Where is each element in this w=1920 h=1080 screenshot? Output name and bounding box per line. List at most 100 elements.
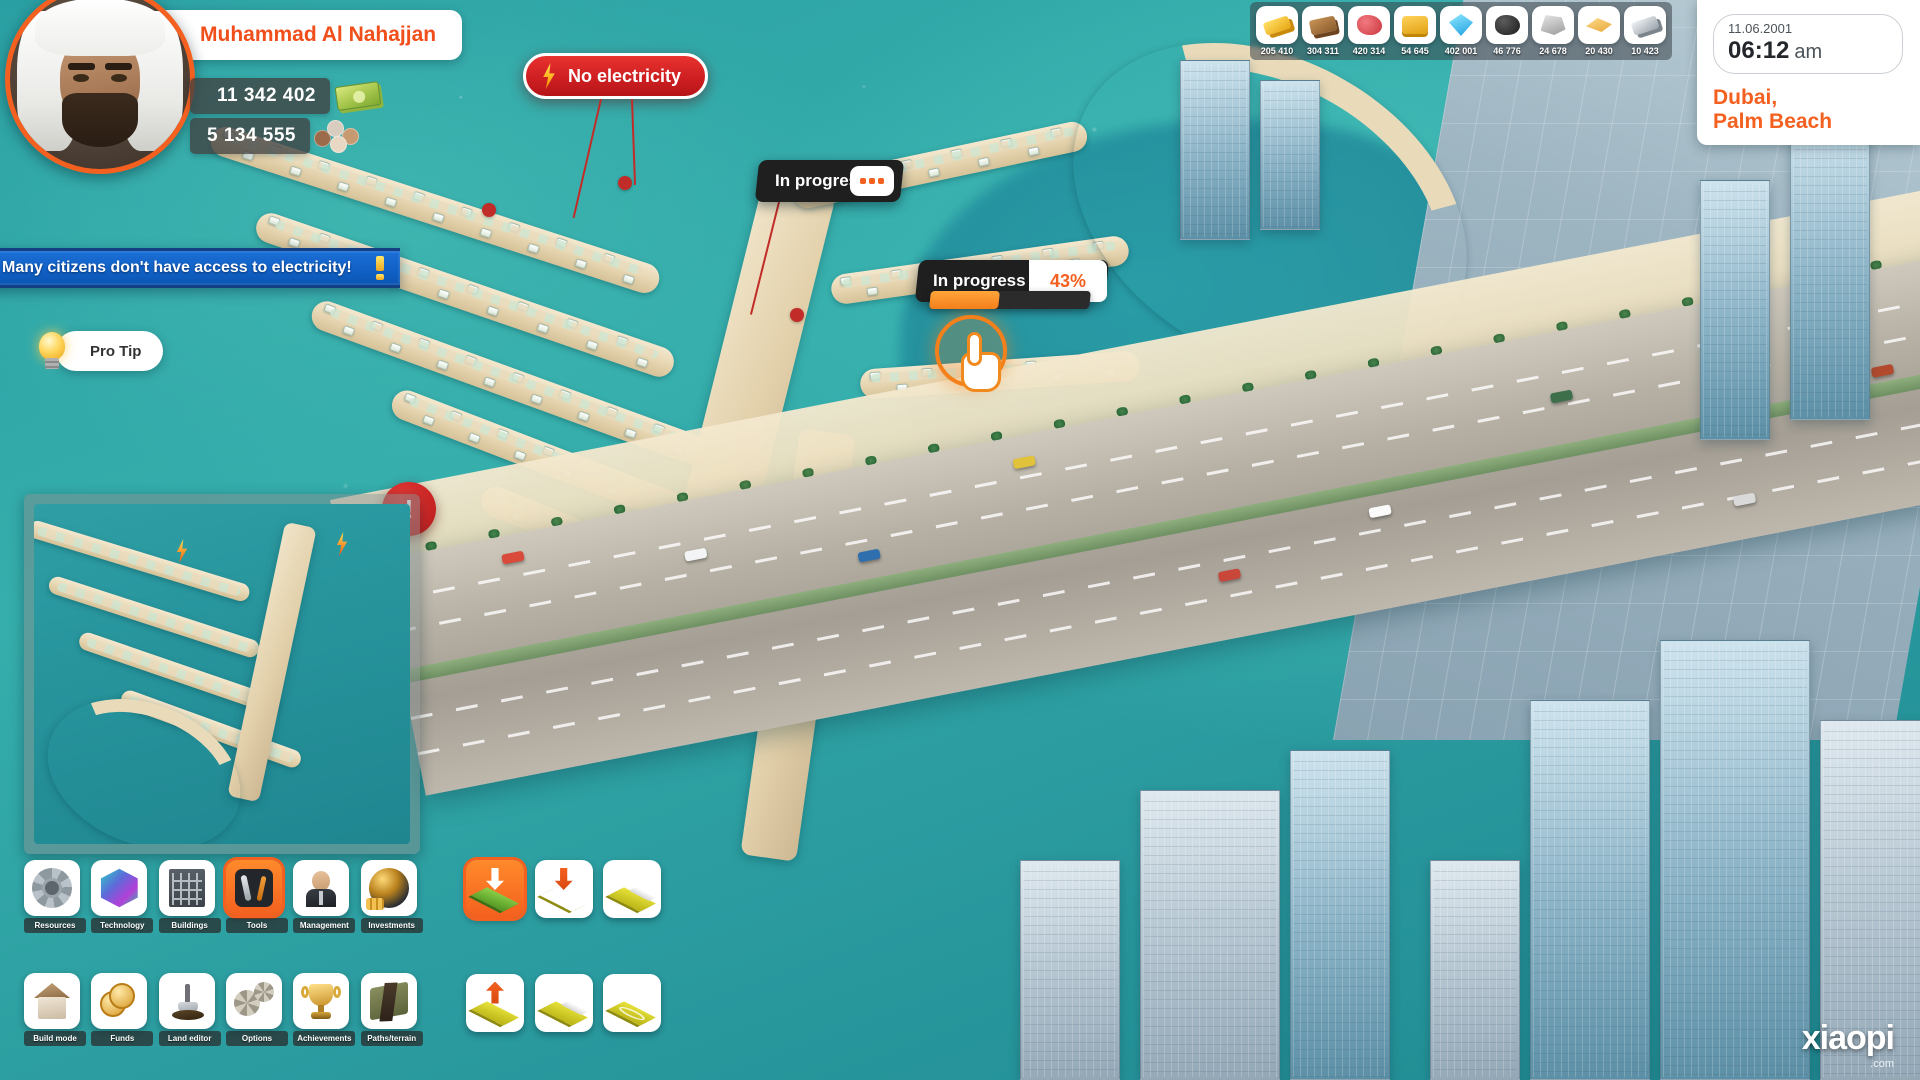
toolbar-item-tools[interactable]: Tools (225, 860, 288, 967)
villa (421, 414, 435, 426)
resource-value: 205 410 (1260, 46, 1294, 56)
toolbar-item-land-editor[interactable]: Land editor (158, 973, 221, 1080)
arrow-up-terrain-icon (471, 981, 519, 1026)
trophy-icon (293, 973, 350, 1029)
villa (317, 232, 331, 244)
toolbar-label: Tools (225, 918, 288, 933)
villa (585, 339, 599, 351)
villa (417, 337, 431, 349)
resource-item[interactable]: 54 645 (1394, 6, 1436, 60)
terrain-tool-round-terrain[interactable] (603, 973, 662, 1032)
callout-leader-dot (790, 308, 804, 322)
toolbar-label: Build mode (24, 1031, 86, 1046)
car (1870, 363, 1895, 378)
villa (869, 371, 882, 381)
alert-banner[interactable]: Many citizens don't have access to elect… (0, 248, 400, 288)
villa (467, 432, 481, 444)
hand-cursor-icon (955, 330, 1011, 394)
villa (486, 305, 500, 317)
toolbar-item-management[interactable]: Management (293, 860, 356, 967)
population-value: 5 134 555 (206, 125, 296, 146)
skyscraper (1260, 80, 1320, 230)
main-toolbar[interactable]: Resources Technology Buildings Tools Man… (24, 860, 424, 1080)
villa (558, 388, 572, 401)
toolbar-item-buildings[interactable]: Buildings (158, 860, 221, 967)
manager-person-icon (293, 860, 350, 916)
villa (605, 405, 619, 418)
in-progress-callout-1[interactable]: In progress (754, 160, 905, 202)
villa (513, 449, 527, 462)
villa (866, 286, 879, 296)
ellipsis-dots-icon[interactable] (850, 166, 894, 196)
player-card[interactable]: Muhammad Al Nahajjan 11 342 402 5 134 55… (0, 0, 470, 180)
toolbar-item-paths-terrain[interactable]: Paths/terrain (360, 973, 423, 1080)
pro-tip-button[interactable]: Pro Tip (30, 329, 164, 373)
pro-tip-label: Pro Tip (90, 342, 142, 360)
villa (921, 367, 933, 377)
toolbar-item-resources[interactable]: Resources (24, 860, 86, 967)
toolbar-item-funds[interactable]: Funds (91, 973, 154, 1080)
alert-text: Many citizens don't have access to elect… (2, 259, 352, 276)
location-line-2: Palm Beach (1713, 109, 1833, 133)
progress-bar-fill (929, 291, 1000, 309)
clock-pill[interactable]: 11.06.2001 06:12 am (1713, 14, 1903, 74)
terrain-tool-flatten-slab[interactable] (603, 860, 662, 918)
toolbar-item-technology[interactable]: Technology (91, 860, 154, 967)
toolbar-item-options[interactable]: Options (225, 973, 288, 1080)
toolbar-item-build-mode[interactable]: Build mode (24, 973, 86, 1080)
skyscraper (1660, 640, 1810, 1080)
villa (515, 300, 529, 312)
progress-percent: 43% (1049, 270, 1087, 291)
villa (527, 242, 540, 254)
villa (323, 303, 337, 315)
resource-item[interactable]: 24 678 (1532, 6, 1574, 60)
citizens-icon (312, 112, 364, 158)
resource-item[interactable]: 20 430 (1578, 6, 1620, 60)
terrain-tool-lower-grid[interactable] (534, 860, 593, 918)
resource-item[interactable]: 402 001 (1440, 6, 1482, 60)
villa (565, 317, 579, 329)
avatar-brow-left (67, 62, 95, 70)
money-stat[interactable]: 11 342 402 (190, 78, 382, 114)
villa (1049, 127, 1062, 138)
avatar-brow-right (105, 62, 133, 70)
flat-slab-icon (608, 868, 657, 912)
no-electricity-callout[interactable]: No electricity (523, 53, 709, 99)
terrain-tool-lower-terrain[interactable] (466, 860, 524, 918)
villa (977, 156, 991, 167)
villa (389, 342, 403, 354)
skyscraper (1140, 790, 1280, 1080)
resource-item[interactable]: 46 776 (1486, 6, 1528, 60)
villa (652, 423, 666, 435)
toolbar-item-investments[interactable]: Investments (360, 860, 423, 967)
skyscraper (1180, 60, 1250, 240)
skyscraper (1790, 120, 1870, 420)
player-portrait-avatar[interactable] (5, 0, 195, 174)
population-stat[interactable]: 5 134 555 (190, 118, 359, 154)
minimap-viewport[interactable] (34, 504, 410, 844)
terrain-toolbar[interactable] (466, 860, 666, 1080)
lightbulb-icon (30, 329, 74, 373)
house-icon (24, 973, 80, 1029)
watermark-main: xiaopi (1801, 1019, 1895, 1057)
car (684, 547, 708, 562)
terrain-tool-raise-slab[interactable] (534, 973, 593, 1032)
resource-item[interactable]: 10 423 (1624, 6, 1666, 60)
money-value: 11 342 402 (216, 85, 316, 106)
in-progress-label: In progress (933, 271, 1026, 290)
terrain-tool-raise-terrain[interactable] (466, 973, 524, 1032)
time-meridiem: am (1794, 41, 1823, 63)
car (1732, 492, 1757, 507)
resource-item[interactable]: 420 314 (1348, 6, 1390, 60)
villa (436, 359, 450, 371)
resource-item[interactable]: 205 410 (1256, 6, 1298, 60)
avatar-eye-right (110, 73, 127, 82)
villa (536, 322, 550, 334)
avatar-eye-left (73, 73, 90, 82)
villa (602, 252, 616, 264)
minimap[interactable] (24, 494, 420, 854)
resource-bar[interactable]: 205 410 304 311 420 314 54 645 402 001 4… (1250, 2, 1672, 60)
resource-item[interactable]: 304 311 (1302, 6, 1344, 60)
toolbar-label: Resources (24, 918, 86, 933)
toolbar-item-achievements[interactable]: Achievements (293, 973, 356, 1080)
